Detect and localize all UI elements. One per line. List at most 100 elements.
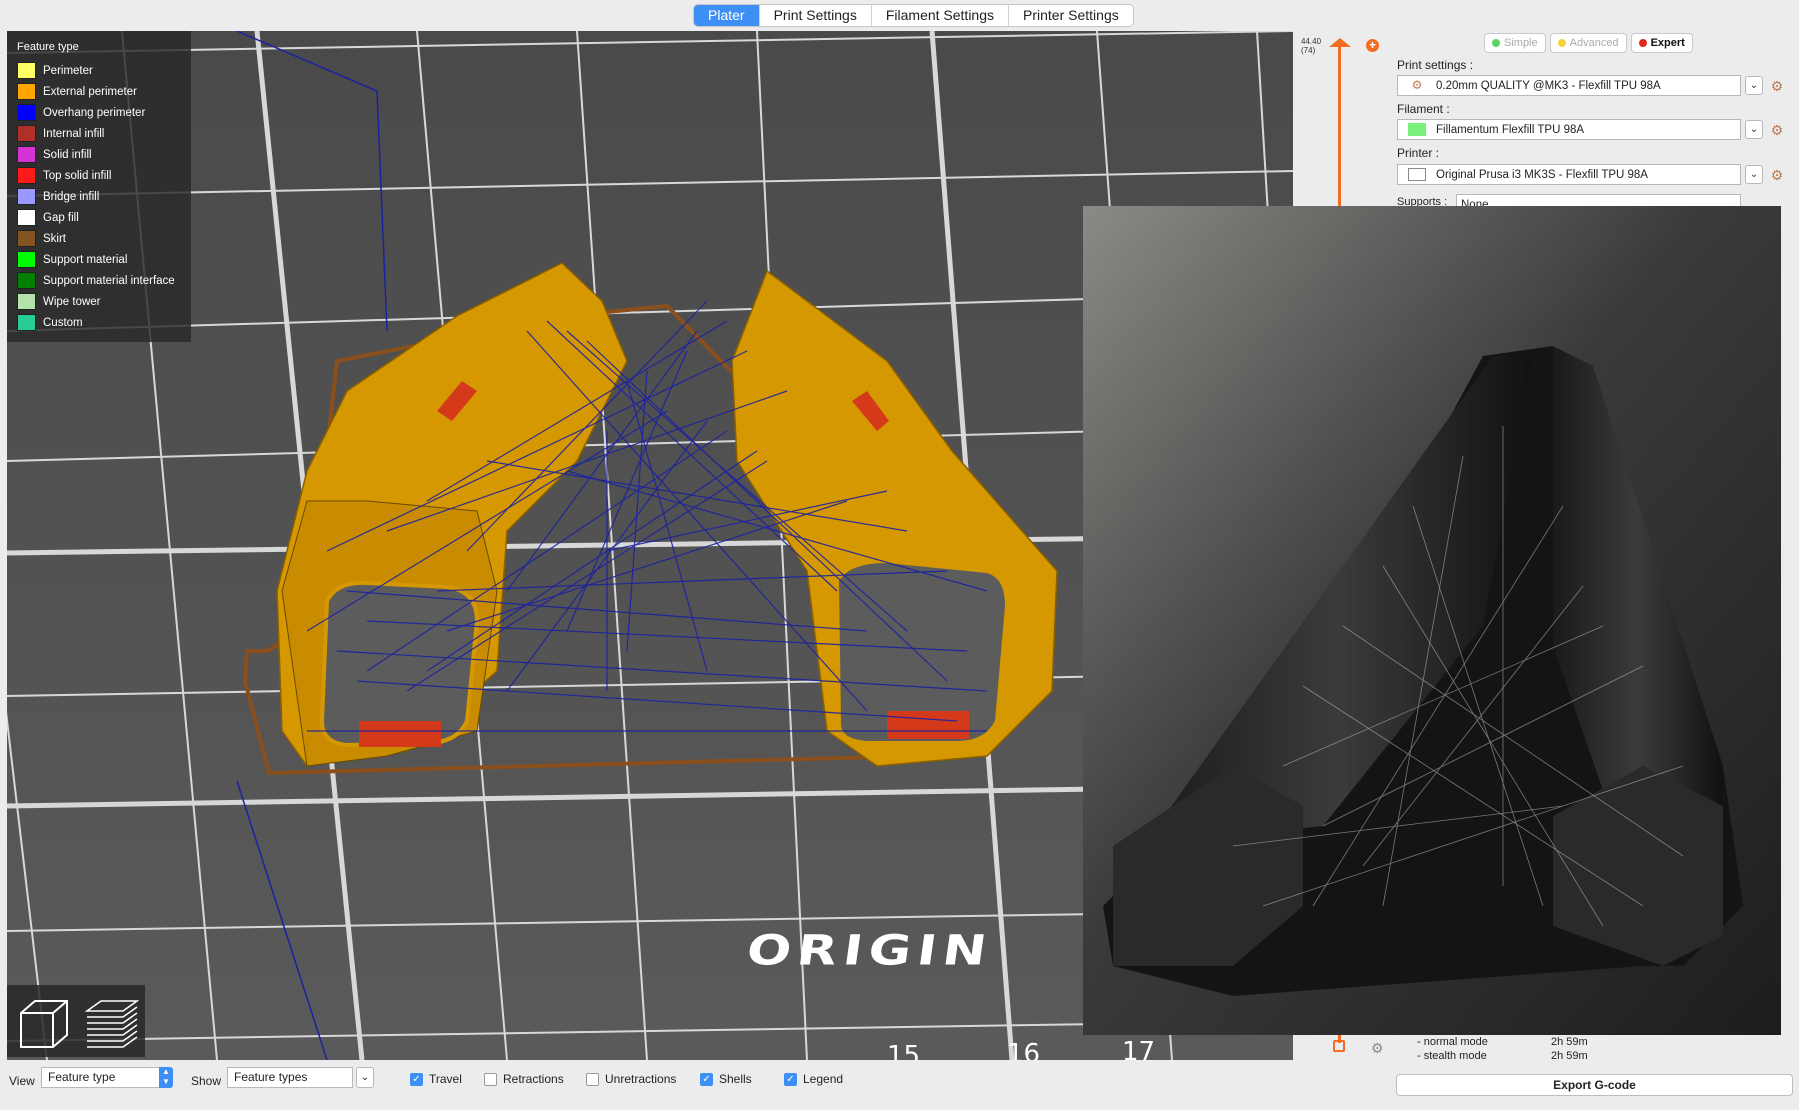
gear-icon[interactable]: ⚙ (1371, 1040, 1384, 1057)
legend-swatch (17, 188, 36, 205)
legend-item: Skirt (17, 228, 181, 249)
bottom-toolbar: View Feature type ▲ ▼ Show Feature types … (0, 1060, 1392, 1110)
mode-label: Expert (1650, 37, 1685, 49)
print-settings-label: Print settings : (1397, 58, 1474, 72)
shells-checkbox[interactable]: ✓ Shells (700, 1072, 752, 1086)
printed-part-photo (1083, 206, 1781, 1035)
checkbox-icon[interactable] (586, 1072, 599, 1086)
printer-value: Original Prusa i3 MK3S - Flexfill TPU 98… (1436, 168, 1648, 181)
checkbox-label: Travel (429, 1072, 462, 1086)
filament-label: Filament : (1397, 102, 1450, 116)
checkbox-icon[interactable] (484, 1072, 497, 1086)
print-settings-dropdown-button[interactable]: ⌄ (1745, 76, 1763, 95)
layer-height-value: 44.40 (1301, 37, 1322, 46)
tab-group: Plater Print Settings Filament Settings … (693, 4, 1134, 27)
travel-checkbox[interactable]: ✓ Travel (410, 1072, 462, 1086)
printer-select[interactable]: Original Prusa i3 MK3S - Flexfill TPU 98… (1397, 164, 1741, 185)
legend-swatch (17, 209, 36, 226)
checkbox-icon[interactable]: ✓ (784, 1072, 797, 1086)
legend-item: Custom (17, 312, 181, 333)
legend-swatch (17, 293, 36, 310)
view-3d-cube-icon[interactable] (13, 991, 75, 1051)
estimate-value: 2h 59m (1551, 1036, 1588, 1048)
legend-label: Bridge infill (43, 190, 100, 203)
layer-number-value: (74) (1301, 46, 1316, 55)
tab-print-settings[interactable]: Print Settings (760, 5, 872, 26)
estimate-label: - stealth mode (1417, 1050, 1487, 1062)
print-settings-edit-icon[interactable]: ⚙ (1769, 78, 1785, 94)
estimate-row: - stealth mode 2h 59m (1417, 1049, 1588, 1063)
legend-swatch (17, 167, 36, 184)
view-stepper-icon[interactable]: ▲ ▼ (159, 1067, 173, 1088)
show-label: Show (191, 1074, 222, 1088)
checkbox-icon[interactable]: ✓ (410, 1072, 423, 1086)
view-select[interactable]: Feature type (41, 1067, 161, 1088)
mode-label: Advanced (1569, 37, 1619, 49)
bed-number: 16 (1007, 1039, 1041, 1060)
checkbox-label: Shells (719, 1072, 752, 1086)
bed-logo-text: ORIGIN (743, 927, 996, 975)
checkbox-icon[interactable]: ✓ (700, 1072, 713, 1086)
top-tab-bar: Plater Print Settings Filament Settings … (0, 0, 1799, 30)
legend-item: Support material interface (17, 270, 181, 291)
legend-item: Top solid infill (17, 165, 181, 186)
legend-swatch (17, 314, 36, 331)
legend-swatch (17, 272, 36, 289)
tab-filament-settings[interactable]: Filament Settings (872, 5, 1010, 26)
print-settings-select[interactable]: ⚙ 0.20mm QUALITY @MK3 - Flexfill TPU 98A (1397, 75, 1741, 96)
legend-label: Perimeter (43, 64, 93, 77)
checkbox-label: Unretractions (605, 1072, 677, 1086)
filament-dropdown-button[interactable]: ⌄ (1745, 120, 1763, 139)
add-color-change-icon[interactable]: + (1366, 39, 1379, 52)
checkbox-label: Legend (803, 1072, 844, 1086)
layer-slider-thumb[interactable] (1329, 38, 1351, 47)
legend-label: Custom (43, 316, 83, 329)
mode-label: Simple (1504, 37, 1538, 49)
legend-label: Overhang perimeter (43, 106, 146, 119)
layer-slider-label: 44.40 (74) (1301, 37, 1321, 55)
mode-simple-button[interactable]: Simple (1484, 33, 1546, 53)
legend-swatch (17, 230, 36, 247)
legend-item: Internal infill (17, 123, 181, 144)
legend-label: Gap fill (43, 211, 79, 224)
mode-expert-button[interactable]: Expert (1630, 33, 1693, 53)
checkbox-label: Retractions (503, 1072, 564, 1086)
legend-item: Wipe tower (17, 291, 181, 312)
legend-swatch (17, 125, 36, 142)
advanced-dot-icon (1557, 39, 1566, 47)
legend-item: Overhang perimeter (17, 102, 181, 123)
tab-plater[interactable]: Plater (694, 5, 760, 26)
bed-number: 15 (887, 1041, 921, 1060)
legend-item: Bridge infill (17, 186, 181, 207)
legend-title: Feature type (17, 41, 79, 53)
legend-item: Gap fill (17, 207, 181, 228)
filament-select[interactable]: Fillamentum Flexfill TPU 98A (1397, 119, 1741, 140)
tab-printer-settings[interactable]: Printer Settings (1009, 5, 1133, 26)
bed-number: 17 (1122, 1037, 1156, 1060)
filament-edit-icon[interactable]: ⚙ (1769, 122, 1785, 138)
export-gcode-button[interactable]: Export G-code (1396, 1074, 1793, 1096)
estimate-label: - normal mode (1417, 1036, 1488, 1048)
estimate-value: 2h 59m (1551, 1050, 1588, 1062)
legend-swatch (17, 104, 36, 121)
printer-dropdown-button[interactable]: ⌄ (1745, 165, 1763, 184)
cog-icon: ⚙ (1411, 78, 1423, 92)
view-buttons (7, 985, 145, 1057)
legend-label: Internal infill (43, 127, 105, 140)
estimate-row: - normal mode 2h 59m (1417, 1035, 1588, 1049)
show-select[interactable]: Feature types (227, 1067, 353, 1088)
retractions-checkbox[interactable]: Retractions (484, 1072, 564, 1086)
legend-item: Solid infill (17, 144, 181, 165)
unretractions-checkbox[interactable]: Unretractions (586, 1072, 676, 1086)
lock-icon[interactable] (1333, 1040, 1345, 1052)
printer-edit-icon[interactable]: ⚙ (1769, 167, 1785, 183)
legend-swatch (17, 62, 36, 79)
mode-advanced-button[interactable]: Advanced (1549, 33, 1627, 53)
legend-label: Solid infill (43, 148, 92, 161)
legend-item: External perimeter (17, 81, 181, 102)
legend-item: Support material (17, 249, 181, 270)
legend-checkbox[interactable]: ✓ Legend (784, 1072, 843, 1086)
expert-dot-icon (1638, 39, 1647, 47)
view-layers-icon[interactable] (81, 991, 143, 1051)
show-dropdown-button[interactable]: ⌄ (356, 1067, 374, 1088)
